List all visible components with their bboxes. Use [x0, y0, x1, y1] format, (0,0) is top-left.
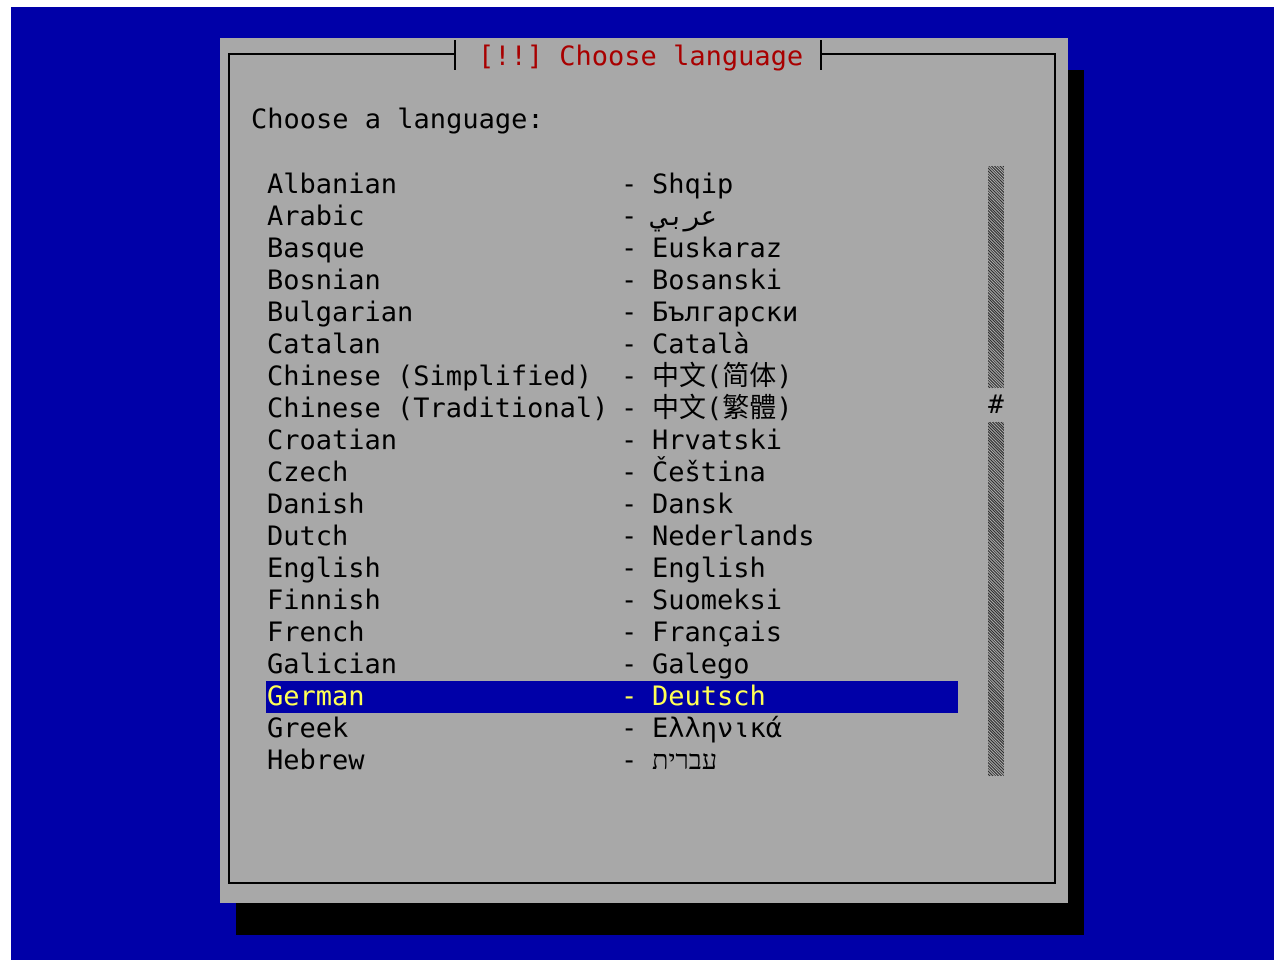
language-prompt: Choose a language:	[251, 104, 544, 135]
language-english-name: Bosnian	[267, 265, 381, 296]
title-divider-left	[454, 40, 456, 70]
language-option[interactable]: Bulgarian - Български	[266, 297, 958, 329]
language-separator: -	[621, 201, 638, 232]
language-option[interactable]: Basque - Euskaraz	[266, 233, 958, 265]
frame-top-border-left	[228, 53, 456, 55]
language-native-name: Ελληνικά	[652, 713, 783, 744]
language-english-name: Albanian	[267, 169, 398, 200]
language-english-name: Basque	[267, 233, 365, 264]
language-native-name: 中文(简体)	[652, 361, 793, 392]
language-native-name: Galego	[652, 649, 750, 680]
language-native-name: Nederlands	[652, 521, 815, 552]
language-option[interactable]: Czech - Čeština	[266, 457, 958, 489]
language-separator: -	[621, 553, 638, 584]
language-option[interactable]: Chinese (Traditional) - 中文(繁體)	[266, 393, 958, 425]
language-english-name: French	[267, 617, 365, 648]
language-native-name: עברית	[652, 745, 718, 776]
language-native-name: عربي	[652, 201, 718, 232]
scrollbar-track-upper[interactable]	[988, 166, 1004, 388]
language-native-name: Suomeksi	[652, 585, 783, 616]
language-english-name: Catalan	[267, 329, 381, 360]
language-separator: -	[621, 361, 638, 392]
language-option[interactable]: Greek - Ελληνικά	[266, 713, 958, 745]
frame-top-border-right	[820, 53, 1054, 55]
language-native-name: Deutsch	[652, 681, 766, 712]
language-separator: -	[621, 681, 638, 712]
language-native-name: 中文(繁體)	[652, 393, 793, 424]
language-option[interactable]: English - English	[266, 553, 958, 585]
language-separator: -	[621, 713, 638, 744]
language-native-name: English	[652, 553, 766, 584]
dialog-title: [!!] Choose language	[478, 41, 804, 72]
language-option[interactable]: Arabic - عربي	[266, 201, 958, 233]
language-option[interactable]: Croatian - Hrvatski	[266, 425, 958, 457]
language-separator: -	[621, 393, 638, 424]
language-separator: -	[621, 521, 638, 552]
language-list[interactable]: Albanian - Shqip Arabic - عربي Basque - Euskaraz…	[266, 169, 958, 777]
language-english-name: Chinese (Traditional)	[267, 393, 609, 424]
language-separator: -	[621, 457, 638, 488]
language-english-name: Dutch	[267, 521, 349, 552]
language-english-name: English	[267, 553, 381, 584]
language-english-name: Czech	[267, 457, 349, 488]
language-native-name: Hrvatski	[652, 425, 783, 456]
language-native-name: Dansk	[652, 489, 734, 520]
language-option[interactable]: Galician - Galego	[266, 649, 958, 681]
language-native-name: Euskaraz	[652, 233, 783, 264]
language-option[interactable]: Chinese (Simplified) - 中文(简体)	[266, 361, 958, 393]
language-english-name: Bulgarian	[267, 297, 414, 328]
language-separator: -	[621, 617, 638, 648]
language-separator: -	[621, 297, 638, 328]
language-english-name: Hebrew	[267, 745, 365, 776]
language-separator: -	[621, 265, 638, 296]
language-option[interactable]: Hebrew - עברית	[266, 745, 958, 777]
language-option-selected[interactable]: German - Deutsch	[266, 681, 958, 713]
language-option[interactable]: Danish - Dansk	[266, 489, 958, 521]
language-option[interactable]: Catalan - Català	[266, 329, 958, 361]
language-separator: -	[621, 649, 638, 680]
language-separator: -	[621, 233, 638, 264]
language-english-name: Danish	[267, 489, 365, 520]
language-separator: -	[621, 585, 638, 616]
language-option[interactable]: Bosnian - Bosanski	[266, 265, 958, 297]
language-separator: -	[621, 745, 638, 776]
language-option[interactable]: Dutch - Nederlands	[266, 521, 958, 553]
language-native-name: Français	[652, 617, 783, 648]
language-native-name: Čeština	[652, 457, 766, 488]
language-english-name: Greek	[267, 713, 349, 744]
language-english-name: Arabic	[267, 201, 365, 232]
language-option[interactable]: Albanian - Shqip	[266, 169, 958, 201]
language-native-name: Bosanski	[652, 265, 783, 296]
language-native-name: Shqip	[652, 169, 734, 200]
language-native-name: Català	[652, 329, 750, 360]
language-english-name: Chinese (Simplified)	[267, 361, 593, 392]
scrollbar-thumb[interactable]: #	[986, 388, 1006, 422]
language-separator: -	[621, 169, 638, 200]
language-separator: -	[621, 489, 638, 520]
scrollbar-track-lower[interactable]	[988, 422, 1004, 776]
title-divider-right	[820, 40, 822, 70]
choose-language-dialog: [!!] Choose language Choose a language: …	[220, 38, 1068, 903]
language-english-name: Finnish	[267, 585, 381, 616]
language-option[interactable]: French - Français	[266, 617, 958, 649]
language-separator: -	[621, 329, 638, 360]
language-english-name: Croatian	[267, 425, 398, 456]
language-native-name: Български	[652, 297, 799, 328]
language-list-scrollbar[interactable]: #	[988, 166, 1004, 776]
language-separator: -	[621, 425, 638, 456]
language-option[interactable]: Finnish - Suomeksi	[266, 585, 958, 617]
language-english-name: Galician	[267, 649, 398, 680]
language-english-name: German	[267, 681, 365, 712]
